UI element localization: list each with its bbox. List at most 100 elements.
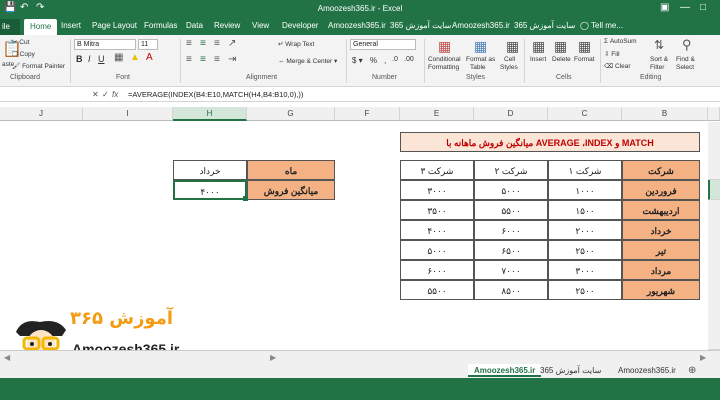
- fx-icon[interactable]: fx: [112, 90, 118, 99]
- tab-page-layout[interactable]: Page Layout: [92, 21, 137, 30]
- maximize-icon[interactable]: □: [700, 2, 706, 13]
- align-left-icon[interactable]: ≡: [186, 54, 192, 65]
- column-header-j[interactable]: J: [0, 107, 83, 121]
- table-cell[interactable]: ۴۰۰۰: [400, 220, 474, 240]
- table-cell[interactable]: ۶۵۰۰: [474, 240, 548, 260]
- table-cell[interactable]: ۳۰۰۰: [400, 180, 474, 200]
- find-icon[interactable]: ⚲: [682, 37, 692, 53]
- lookup-month-header[interactable]: ماه: [247, 160, 335, 180]
- tab-insert[interactable]: Insert: [61, 21, 81, 30]
- comma-button[interactable]: ,: [384, 56, 386, 65]
- fill-color-icon[interactable]: ▲: [130, 52, 140, 63]
- header-company-1[interactable]: شرکت ۱: [548, 160, 622, 180]
- table-cell[interactable]: ۲۵۰۰: [548, 240, 622, 260]
- autosum-button[interactable]: Σ AutoSum: [604, 38, 637, 45]
- align-center-icon[interactable]: ≡: [200, 54, 206, 65]
- column-header-g[interactable]: G: [247, 107, 335, 121]
- percent-button[interactable]: %: [370, 56, 377, 65]
- align-top-icon[interactable]: ≡: [186, 38, 192, 49]
- currency-button[interactable]: $ ▾: [352, 56, 363, 65]
- tab-review[interactable]: Review: [214, 21, 240, 30]
- format-cells-button[interactable]: Format: [574, 56, 595, 63]
- scroll-end-icon[interactable]: ▶: [700, 353, 706, 362]
- restore-ribbon-icon[interactable]: ▣: [660, 2, 669, 13]
- tab-view[interactable]: View: [252, 21, 269, 30]
- copy-button[interactable]: ❐ Copy: [12, 50, 35, 58]
- find-select-button[interactable]: Find &: [676, 56, 695, 63]
- table-cell[interactable]: ۲۵۰۰: [548, 280, 622, 300]
- column-header-c[interactable]: C: [548, 107, 622, 121]
- table-cell[interactable]: ۶۰۰۰: [400, 260, 474, 280]
- sheet-tab-amoozesh-2[interactable]: سایت آموزش 365: [534, 364, 607, 377]
- enter-icon[interactable]: ✓: [102, 90, 109, 99]
- wrap-text-button[interactable]: ↵ Wrap Text: [278, 40, 314, 48]
- conditional-formatting-button[interactable]: Conditional: [428, 56, 461, 63]
- fill-handle[interactable]: [243, 196, 248, 201]
- header-company-2[interactable]: شرکت ۲: [474, 160, 548, 180]
- sheet-tab-amoozesh-3[interactable]: Amoozesh365.ir: [612, 364, 682, 377]
- month-cell[interactable]: مرداد: [622, 260, 700, 280]
- table-cell[interactable]: ۳۵۰۰: [400, 200, 474, 220]
- month-cell[interactable]: اردیبهشت: [622, 200, 700, 220]
- delete-cells-button[interactable]: Delete: [552, 56, 571, 63]
- table-cell[interactable]: ۷۰۰۰: [474, 260, 548, 280]
- table-cell[interactable]: ۶۰۰۰: [474, 220, 548, 240]
- increase-decimal-button[interactable]: .0: [392, 56, 398, 63]
- sheet-tab-amoozesh-1[interactable]: Amoozesh365.ir: [468, 364, 542, 377]
- find-select-button-line2[interactable]: Select: [676, 64, 694, 71]
- format-as-table-button-line2[interactable]: Table: [470, 64, 486, 71]
- tab-formulas[interactable]: Formulas: [144, 21, 177, 30]
- underline-button[interactable]: U: [98, 54, 105, 64]
- align-middle-icon[interactable]: ≡: [200, 38, 206, 49]
- cell-styles-button-line2[interactable]: Styles: [500, 64, 518, 71]
- add-sheet-icon[interactable]: ⊕: [688, 365, 696, 376]
- scroll-left-icon[interactable]: ◀: [4, 353, 10, 362]
- font-color-icon[interactable]: A: [146, 52, 153, 63]
- table-cell[interactable]: ۵۰۰۰: [400, 240, 474, 260]
- format-as-table-button[interactable]: Format as: [466, 56, 495, 63]
- delete-cells-icon[interactable]: ▦: [554, 38, 567, 55]
- cell-styles-icon[interactable]: ▦: [506, 38, 519, 55]
- table-cell[interactable]: ۵۵۰۰: [474, 200, 548, 220]
- column-header-h[interactable]: H: [173, 107, 247, 121]
- month-cell[interactable]: فروردین: [622, 180, 700, 200]
- column-header-e[interactable]: E: [400, 107, 474, 121]
- clear-button[interactable]: ⌫ Clear: [604, 62, 631, 70]
- indent-icon[interactable]: ⇥: [228, 54, 236, 65]
- align-bottom-icon[interactable]: ≡: [214, 38, 220, 49]
- sort-filter-button-line2[interactable]: Filter: [650, 64, 664, 71]
- sort-filter-icon[interactable]: ⇅: [654, 38, 664, 52]
- conditional-formatting-button-line2[interactable]: Formatting: [428, 64, 459, 71]
- tab-developer[interactable]: Developer: [282, 21, 318, 30]
- row-header-selected[interactable]: [708, 180, 720, 200]
- row-header[interactable]: [708, 122, 720, 180]
- cut-button[interactable]: ✂ Cut: [12, 38, 29, 46]
- horizontal-scrollbar[interactable]: ◀ ▶ ▶: [0, 350, 720, 364]
- column-header-d[interactable]: D: [474, 107, 548, 121]
- font-size-select[interactable]: 11: [138, 39, 158, 50]
- table-cell[interactable]: ۵۰۰۰: [474, 180, 548, 200]
- number-format-select[interactable]: General: [350, 39, 416, 50]
- tab-data[interactable]: Data: [186, 21, 203, 30]
- insert-cells-button[interactable]: Insert: [530, 56, 546, 63]
- header-company-3[interactable]: شرکت ۳: [400, 160, 474, 180]
- column-header-b[interactable]: B: [622, 107, 708, 121]
- align-right-icon[interactable]: ≡: [214, 54, 220, 65]
- column-header-i[interactable]: I: [83, 107, 173, 121]
- insert-cells-icon[interactable]: ▦: [532, 38, 545, 55]
- table-cell[interactable]: ۳۰۰۰: [548, 260, 622, 280]
- tab-home[interactable]: Home: [24, 19, 58, 35]
- table-title[interactable]: میانگین فروش ماهانه با AVERAGE ،INDEX و …: [400, 132, 700, 152]
- format-painter-button[interactable]: 🖌 Format Painter: [12, 62, 65, 70]
- table-cell[interactable]: ۱۰۰۰: [548, 180, 622, 200]
- conditional-formatting-icon[interactable]: ▦: [438, 38, 451, 55]
- column-header-f[interactable]: F: [335, 107, 400, 121]
- tab-amoozesh-4[interactable]: سایت آموزش 365: [514, 21, 575, 30]
- cancel-icon[interactable]: ✕: [92, 90, 99, 99]
- lookup-result-label[interactable]: میانگین فروش: [247, 180, 335, 200]
- border-icon[interactable]: ▦: [114, 52, 123, 63]
- decrease-decimal-button[interactable]: .00: [404, 56, 414, 63]
- font-name-select[interactable]: B Mitra: [74, 39, 136, 50]
- formula-input[interactable]: =AVERAGE(INDEX(B4:E10,MATCH(H4,B4:B10,0)…: [128, 90, 303, 99]
- month-cell[interactable]: خرداد: [622, 220, 700, 240]
